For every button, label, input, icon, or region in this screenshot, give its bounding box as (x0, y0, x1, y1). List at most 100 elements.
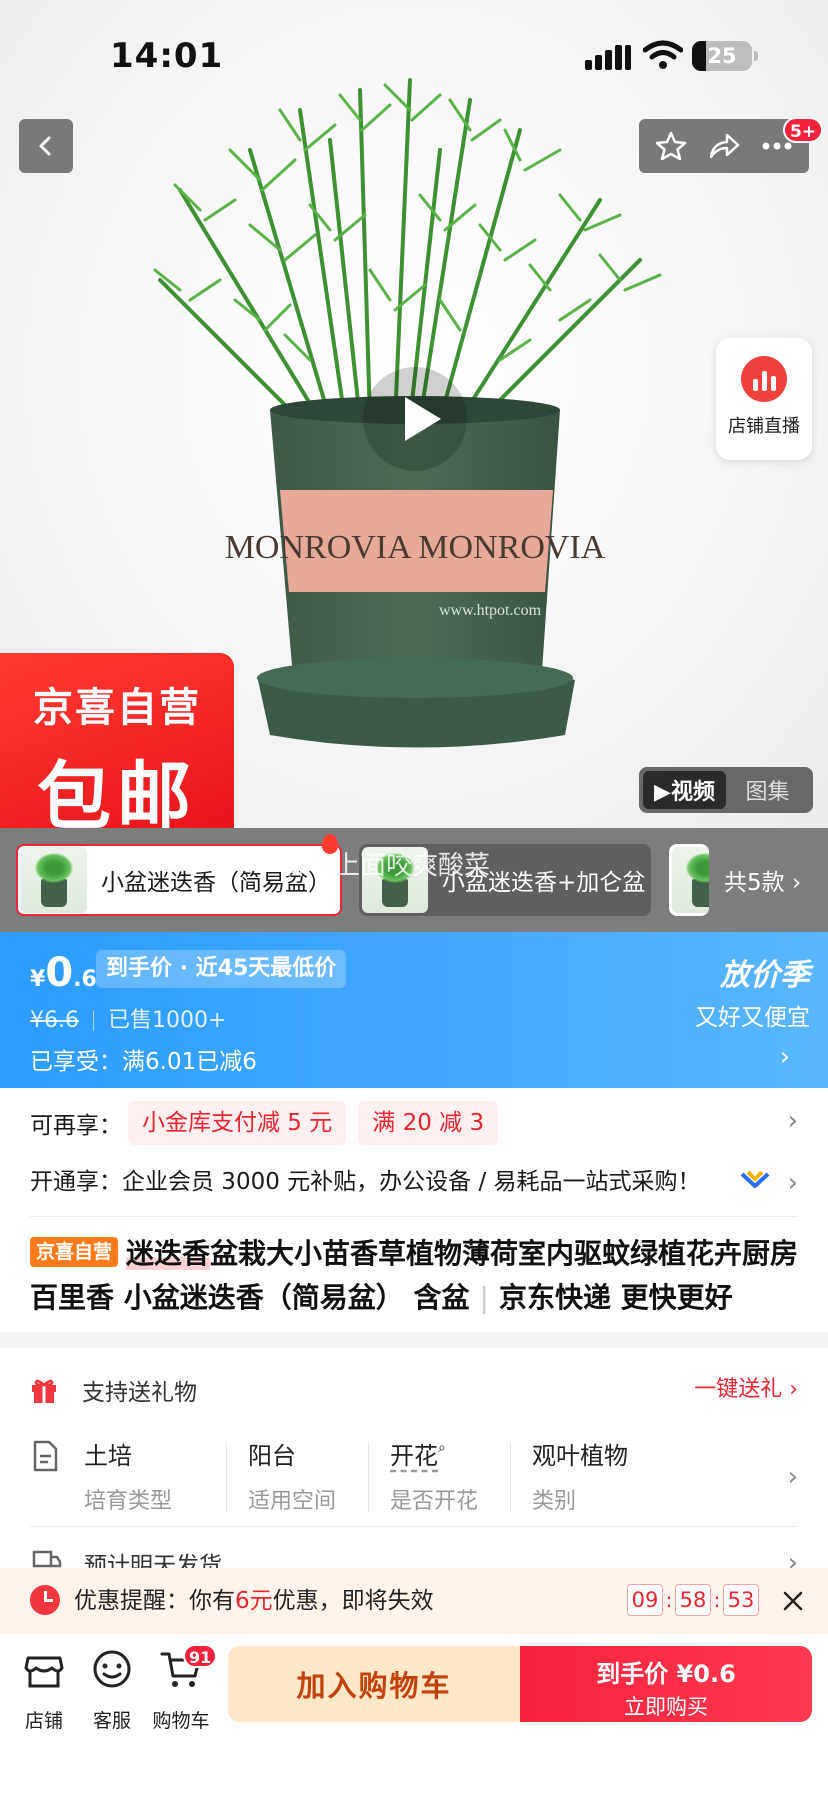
title-highlight: 迷迭香 (126, 1237, 211, 1270)
price-integer: 0 (45, 950, 74, 996)
star-icon (656, 131, 687, 161)
truck-icon (32, 1550, 62, 1568)
gift-icon (32, 1379, 56, 1403)
buy-now-button[interactable]: 到手价 ¥0.6 立即购买 (520, 1646, 812, 1722)
sku-thumbnail (21, 847, 87, 913)
more-dots-icon (762, 142, 792, 150)
favorite-button[interactable] (651, 126, 691, 166)
jingxi-self-operated-tag: 京喜自营 包邮 (0, 653, 234, 828)
buy-now-label: 立即购买 (624, 1695, 708, 1719)
add-to-cart-button[interactable]: 加入购物车 (228, 1646, 520, 1722)
original-price-row: ¥6.6 已售1000+ (30, 1002, 226, 1034)
document-icon (33, 1440, 58, 1472)
self-operated-badge: 京喜自营 (30, 1237, 119, 1267)
attribute-value: 阳台 (248, 1442, 296, 1470)
store-icon (24, 1656, 64, 1688)
promo-label: 可再享： (30, 1113, 122, 1139)
nav-shop[interactable]: 店铺 (12, 1648, 76, 1733)
nav-service[interactable]: 客服 (80, 1648, 144, 1733)
promo-season: 放价季 又好又便宜 (695, 950, 810, 1032)
timer-minutes: 58 (675, 1584, 711, 1616)
status-time: 14:01 (110, 36, 224, 76)
spec-card: 支持送礼物 一键送礼 › 土培 培育类型 阳台 适用空间 开花⌕ 是否开花 观叶… (0, 1348, 828, 1568)
price-currency: ¥ (30, 967, 46, 992)
enterprise-vip-row[interactable]: 开通享：企业会员 3000 元补贴，办公设备 / 易耗品一站式采购！ (30, 1162, 701, 1196)
battery-level: 25 (707, 44, 737, 68)
attribute-value: 开花 (390, 1442, 438, 1470)
nav-service-label: 客服 (92, 1710, 131, 1732)
chevron-right-icon[interactable]: › (788, 1462, 798, 1492)
shipping-estimate[interactable]: 预计明天发货 (84, 1546, 222, 1568)
attribute-value: 土培 (84, 1442, 132, 1470)
chevron-right-icon[interactable]: › (788, 1106, 798, 1136)
product-hero[interactable]: MONROVIA MONROVIA www.htpot.com 14:01 25 (0, 0, 828, 828)
tab-video[interactable]: ▶视频 (643, 771, 726, 809)
attribute-item: 土培 培育类型 (84, 1436, 226, 1515)
chevron-left-icon (39, 136, 51, 156)
chevron-right-icon[interactable]: › (788, 1168, 798, 1198)
coupon-reminder-text: 优惠提醒：你有6元优惠，即将失效 (74, 1568, 434, 1634)
coupon-amount: 6元 (235, 1588, 273, 1614)
message-badge: 5+ (783, 117, 824, 143)
gift-label: 支持送礼物 (82, 1380, 197, 1406)
gift-row[interactable]: 支持送礼物 (30, 1368, 197, 1412)
promo-chip[interactable]: 小金库支付减 5 元 (128, 1101, 347, 1145)
enterprise-logo-icon (740, 1170, 770, 1188)
media-tab-switch: ▶视频 图集 (639, 767, 813, 813)
attribute-key: 培育类型 (84, 1489, 173, 1514)
status-bar: 14:01 25 (0, 0, 828, 110)
coupon-suffix: 优惠，即将失效 (272, 1588, 434, 1614)
clock-icon (30, 1585, 60, 1615)
bottom-action-bar: 店铺 客服 购物车 91 加入购物车 到手价 ¥0.6 立即购买 (0, 1634, 828, 1795)
cellular-signal-icon (585, 45, 631, 70)
countdown-timer: 09: 58: 53 (627, 1584, 759, 1616)
share-icon (709, 133, 740, 159)
shop-live-button[interactable]: 店铺直播 (716, 338, 812, 460)
promo-chip[interactable]: 满 20 减 3 (358, 1101, 499, 1145)
play-video-button[interactable] (363, 367, 467, 471)
lowest-price-tag: 到手价 · 近45天最低价 (96, 950, 347, 988)
nav-cart-label: 购物车 (152, 1710, 210, 1732)
buy-price-label: 到手价 ¥0.6 (596, 1660, 736, 1688)
chevron-right-icon[interactable]: › (788, 1548, 798, 1568)
product-title: 京喜自营 迷迭香盆栽大小苗香草植物薄荷室内驱蚊绿植花卉厨房百里香 小盆迷迭香（简易… (30, 1237, 799, 1314)
pot-brand-text: MONROVIA MONROVIA (225, 529, 606, 566)
live-bars-icon (741, 356, 787, 402)
timer-hours: 09 (627, 1584, 663, 1616)
share-button[interactable] (704, 126, 744, 166)
applied-discount[interactable]: 已享受：满6.01已减6 (30, 1042, 257, 1076)
sku-option-3[interactable] (669, 844, 709, 916)
battery-indicator: 25 (692, 41, 758, 71)
tag-line-1: 京喜自营 (33, 685, 201, 731)
tag-line-2: 包邮 (37, 754, 197, 828)
pot-url-text: www.htpot.com (439, 602, 542, 619)
attribute-key: 适用空间 (248, 1489, 337, 1514)
final-price: ¥ 0 .6 (30, 950, 97, 996)
attribute-key: 类别 (532, 1489, 577, 1514)
attribute-item: 开花⌕ 是否开花 (368, 1436, 510, 1515)
search-mini-icon: ⌕ (438, 1440, 446, 1456)
attribute-list[interactable]: 土培 培育类型 阳台 适用空间 开花⌕ 是否开花 观叶植物 类别 (84, 1436, 652, 1515)
attribute-value: 观叶植物 (532, 1442, 628, 1470)
attribute-item: 阳台 适用空间 (226, 1436, 368, 1515)
coupon-prefix: 优惠提醒：你有 (74, 1588, 235, 1614)
original-price: ¥6.6 (30, 1008, 79, 1033)
coupon-reminder-bar[interactable]: 优惠提醒：你有6元优惠，即将失效 09: 58: 53 (0, 1568, 828, 1634)
send-gift-button[interactable]: 一键送礼 › (694, 1368, 798, 1412)
sku-total-count[interactable]: 共5款 › (724, 844, 801, 916)
price-decimal: .6 (73, 967, 97, 992)
customer-service-icon (93, 1650, 131, 1688)
attribute-key: 是否开花 (390, 1489, 479, 1514)
cart-count-badge: 91 (183, 1644, 218, 1668)
title-shipping: 京东快递 更快更好 (498, 1281, 733, 1314)
sold-count: 已售1000+ (107, 1008, 227, 1033)
tab-gallery[interactable]: 图集 (726, 771, 809, 809)
product-info-card: 可再享： 小金库支付减 5 元 满 20 减 3 › 开通享：企业会员 3000… (0, 1088, 828, 1332)
chevron-right-icon[interactable]: › (780, 1042, 790, 1072)
timer-seconds: 53 (723, 1584, 759, 1616)
season-title: 放价季 (720, 958, 810, 993)
extra-promos[interactable]: 可再享： 小金库支付减 5 元 满 20 减 3 (30, 1100, 510, 1146)
close-icon[interactable] (778, 1586, 808, 1616)
sku-thumbnail (672, 847, 709, 913)
back-button[interactable] (19, 119, 73, 173)
